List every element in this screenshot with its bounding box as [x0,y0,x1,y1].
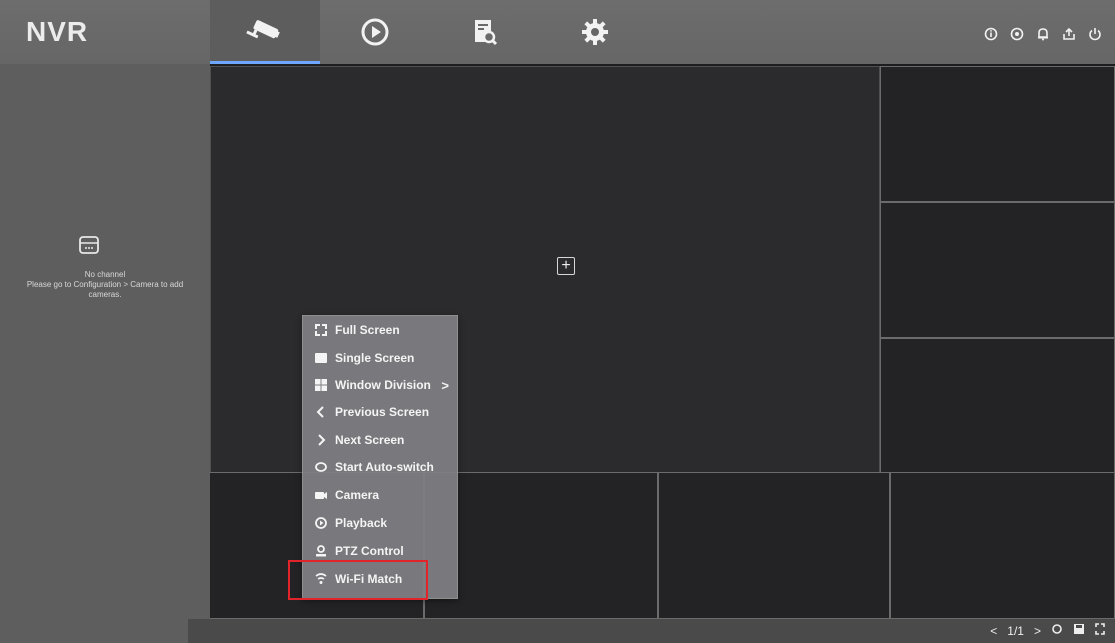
menu-item-label: Window Division [335,378,431,392]
no-channel-hint-cont: cameras. [88,290,122,299]
menu-item-label: Camera [335,488,380,502]
app-logo: NVR [26,16,89,47]
no-channel-message: No channel Please go to Configuration > … [0,270,210,300]
tab-live-view[interactable] [210,0,320,64]
menu-item-wifi-match[interactable]: Wi-Fi Match [303,566,459,592]
menu-item-label: Single Screen [335,351,415,365]
camera-icon [243,19,287,43]
menu-item-label: Full Screen [335,323,400,337]
search-icon [472,18,498,46]
tab-settings[interactable] [540,0,650,64]
grid-icon [315,379,327,391]
menu-item-label: Wi-Fi Match [335,572,403,586]
refresh-icon[interactable] [1051,623,1063,638]
menu-item-ptz-control[interactable]: PTZ Control [303,538,459,564]
menu-item-playback[interactable]: Playback [303,510,459,536]
bell-icon[interactable] [1035,26,1051,42]
gear-icon [581,18,609,46]
menu-item-camera[interactable]: Camera [303,482,459,508]
tab-search[interactable] [430,0,540,64]
previous-icon [315,406,327,418]
camera-icon [315,489,327,501]
camera-list-panel: No channel Please go to Configuration > … [0,64,210,643]
no-channel-title: No channel [84,270,126,279]
video-cell-8[interactable] [890,472,1115,619]
wifi-match-icon [315,573,327,585]
menu-item-label: Next Screen [335,433,405,447]
menu-item-label: Previous Screen [335,405,430,419]
page-indicator: 1/1 [1007,623,1024,638]
pager: < 1/1 > [990,623,1105,638]
info-icon[interactable] [983,26,999,42]
menu-item-next-screen[interactable]: Next Screen [303,427,459,453]
single-screen-icon [315,352,327,364]
bottom-bar: < 1/1 > [188,619,1115,643]
plus-icon: + [561,257,571,274]
menu-item-previous-screen[interactable]: Previous Screen [303,399,459,425]
menu-item-label: PTZ Control [335,544,404,558]
fullscreen-icon [315,324,327,336]
playback-icon [315,517,327,529]
top-bar: NVR [0,0,1115,64]
menu-item-start-auto-switch[interactable]: Start Auto-switch [303,454,459,480]
menu-item-single-screen[interactable]: Single Screen [303,345,459,371]
nvr-device-icon [78,234,100,261]
menu-item-full-screen[interactable]: Full Screen [303,317,459,343]
playback-icon [360,17,390,47]
top-right-toolbar [983,26,1103,42]
video-cell-7[interactable] [658,472,890,619]
menu-item-label: Start Auto-switch [335,460,434,474]
video-cell-4[interactable] [880,338,1115,474]
add-camera-button[interactable]: + [557,257,575,275]
tab-playback[interactable] [320,0,430,64]
autoswitch-icon [315,461,327,473]
video-cell-2[interactable] [880,66,1115,202]
context-menu: Full Screen Single Screen Window Divisio… [302,315,458,599]
power-icon[interactable] [1087,26,1103,42]
next-page-button[interactable]: > [1034,624,1041,638]
record-icon[interactable] [1009,26,1025,42]
submenu-arrow-icon: > [441,377,449,393]
menu-item-window-division[interactable]: Window Division > [303,372,459,398]
menu-item-label: Playback [335,516,388,530]
export-icon[interactable] [1061,26,1077,42]
video-cell-6[interactable] [424,472,658,619]
next-icon [315,434,327,446]
ptz-icon [315,545,327,557]
prev-page-button[interactable]: < [990,624,997,638]
no-channel-hint: Please go to Configuration > Camera to a… [26,280,184,289]
save-icon[interactable] [1073,623,1085,638]
fullscreen-icon[interactable] [1095,623,1105,638]
video-cell-3[interactable] [880,202,1115,338]
